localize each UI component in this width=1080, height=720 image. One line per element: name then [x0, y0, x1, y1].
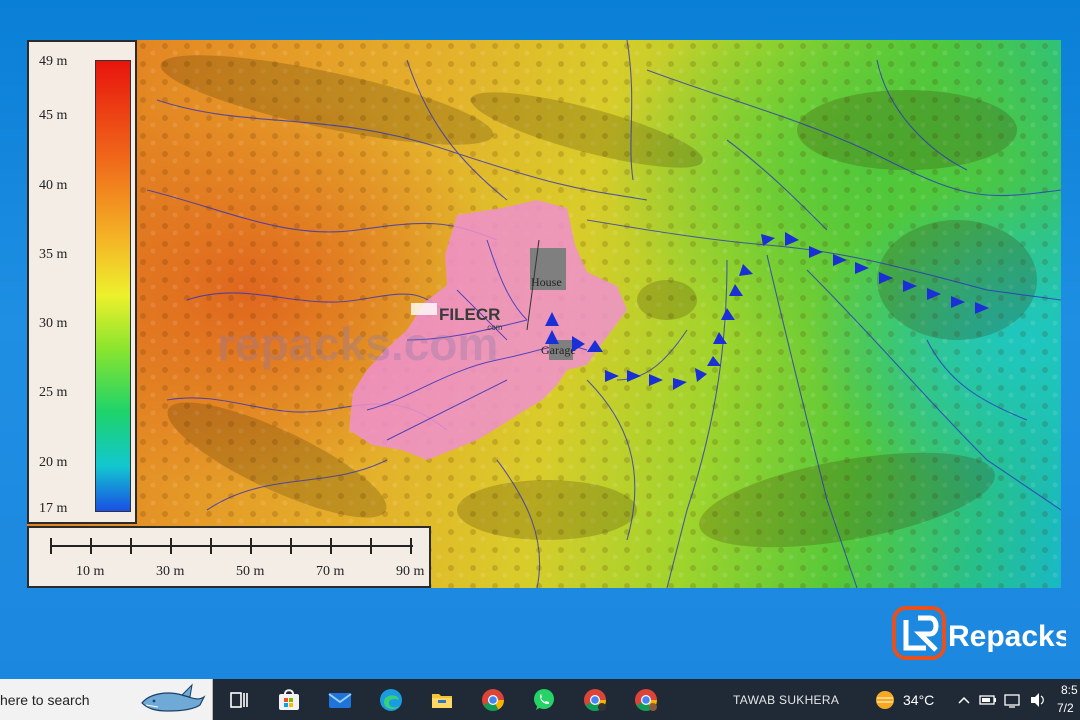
- network-icon[interactable]: [1003, 687, 1023, 713]
- legend-tick-label: 40 m: [39, 178, 68, 193]
- chrome-profile-icon[interactable]: [582, 687, 608, 713]
- whale-illustration-icon: [141, 683, 206, 712]
- elevation-color-scale: [95, 60, 131, 512]
- legend-tick-label: 20 m: [39, 455, 68, 470]
- clock-date[interactable]: 7/2: [1057, 701, 1074, 715]
- taskbar-user-name[interactable]: TAWAB SUKHERA: [733, 693, 839, 707]
- taskbar-search-box[interactable]: here to search: [0, 679, 213, 720]
- legend-tick-label: 35 m: [39, 247, 68, 262]
- weather-temperature[interactable]: 34°C: [903, 692, 934, 708]
- house-label: House: [531, 275, 562, 289]
- whatsapp-icon[interactable]: [531, 687, 557, 713]
- show-hidden-icons-chevron-up-icon[interactable]: [956, 687, 972, 713]
- scale-label: 90 m: [396, 564, 425, 579]
- microsoft-store-icon[interactable]: [276, 687, 302, 713]
- repacks-logo-text: Repacks: [948, 620, 1066, 653]
- garage-label: Garage: [541, 343, 576, 357]
- scale-label: 50 m: [236, 564, 265, 579]
- task-view-icon[interactable]: [226, 687, 252, 713]
- distance-scale-bar: 10 m 30 m 50 m 70 m 90 m: [27, 526, 431, 588]
- scale-label: 30 m: [156, 564, 185, 579]
- watermark-subtext: .com: [485, 323, 503, 332]
- search-placeholder: here to search: [0, 692, 90, 708]
- mail-icon[interactable]: [327, 687, 353, 713]
- volume-icon[interactable]: [1028, 687, 1048, 713]
- watermark-text: FILECR: [439, 305, 500, 324]
- elevation-legend: 49 m 45 m 40 m 35 m 30 m 25 m 20 m 17 m: [27, 40, 137, 524]
- legend-tick-label: 17 m: [39, 501, 68, 516]
- repacks-logo: Repacks: [892, 606, 1066, 660]
- legend-tick-label: 45 m: [39, 108, 68, 123]
- clock-time[interactable]: 8:5: [1061, 683, 1078, 697]
- scale-label: 10 m: [76, 564, 105, 579]
- chrome-profile-icon[interactable]: [633, 687, 659, 713]
- watermark-background-text: repacks.com: [217, 318, 498, 370]
- watermark-logo-mark: [411, 303, 437, 315]
- elevation-map-window: House Garage repacks.com FILECR .com 49 …: [27, 40, 1061, 588]
- file-explorer-icon[interactable]: [429, 687, 455, 713]
- weather-sun-icon[interactable]: [872, 687, 898, 713]
- edge-browser-icon[interactable]: [378, 687, 404, 713]
- legend-tick-label: 49 m: [39, 54, 68, 69]
- terrain-map: House Garage repacks.com FILECR .com: [27, 40, 1061, 588]
- scale-label: 70 m: [316, 564, 345, 579]
- scale-ruler: [50, 538, 413, 554]
- chrome-icon[interactable]: [480, 687, 506, 713]
- legend-tick-label: 25 m: [39, 385, 68, 400]
- legend-tick-label: 30 m: [39, 316, 68, 331]
- battery-icon[interactable]: [978, 687, 998, 713]
- windows-taskbar: here to search TAWAB SUKHERA 34°C 8:5 7/…: [0, 679, 1080, 720]
